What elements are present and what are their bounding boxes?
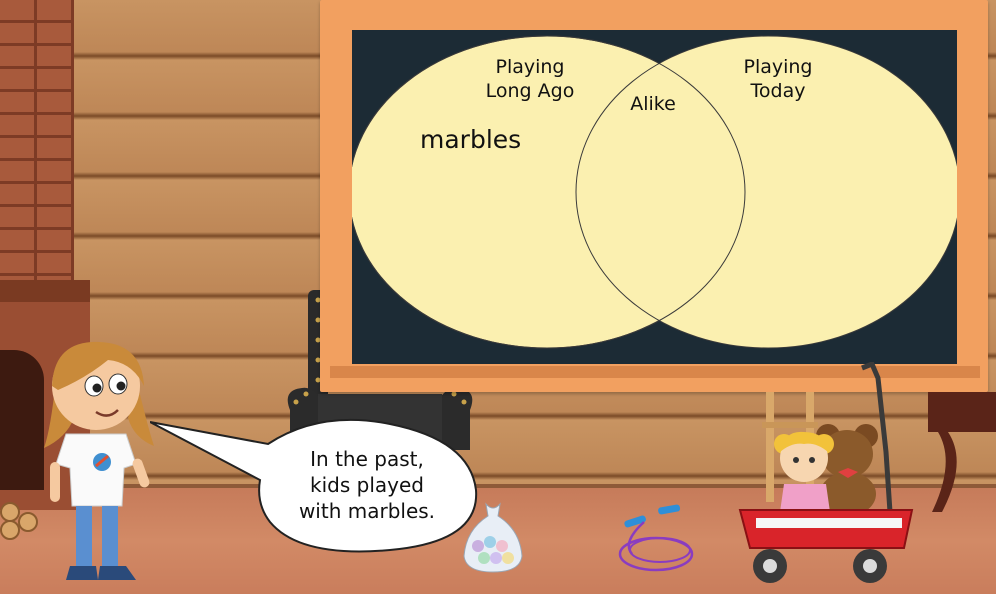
jump-rope-icon[interactable] xyxy=(612,502,704,576)
fireplace-mantel xyxy=(0,280,90,302)
side-table xyxy=(928,392,996,512)
wagon-icon[interactable] xyxy=(736,362,936,588)
game-scene: Playing Long Ago Playing Today Alike mar… xyxy=(0,0,996,594)
venn-diagram xyxy=(352,35,957,349)
venn-right-title: Playing Today xyxy=(743,56,813,102)
venn-left-title: Playing Long Ago xyxy=(485,56,575,102)
brick-chimney xyxy=(0,0,74,290)
venn-overlap-title: Alike xyxy=(630,93,676,115)
marbles-bag-icon[interactable] xyxy=(460,502,526,574)
speech-bubble-text: In the past, kids played with marbles. xyxy=(298,447,436,523)
doll-icon xyxy=(774,431,834,512)
girl-character xyxy=(44,341,154,580)
venn-left-item[interactable]: marbles xyxy=(420,127,540,152)
